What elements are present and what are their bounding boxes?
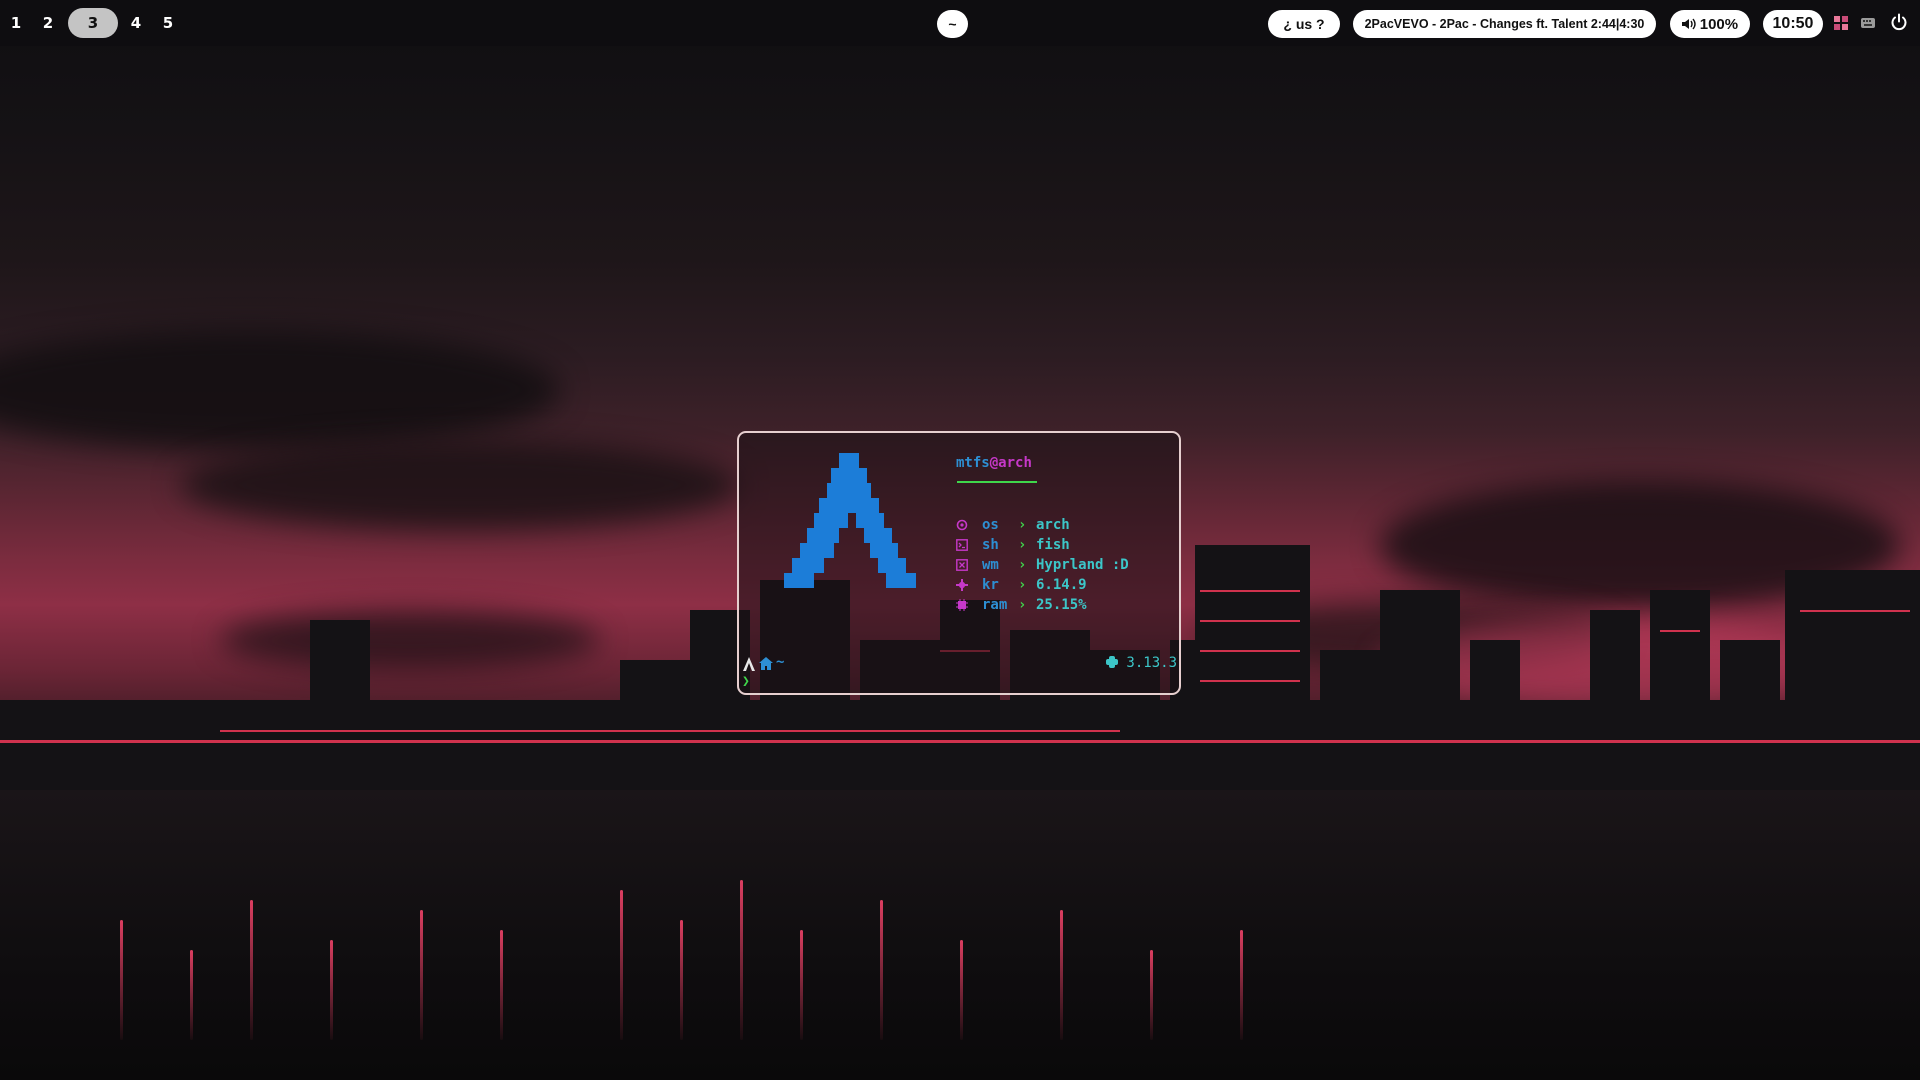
keyboard-icon[interactable]	[1860, 15, 1876, 31]
speaker-icon	[1681, 18, 1696, 30]
info-key: ram	[982, 597, 1008, 613]
workspace-3[interactable]: 3	[68, 8, 118, 38]
info-value: 25.15%	[1036, 597, 1087, 613]
workspace-2[interactable]: 2	[40, 8, 56, 38]
workspace-4[interactable]: 4	[128, 8, 144, 38]
top-bar: 1 2 3 4 5 ~ ¿ us ? 2PacVEVO - 2Pac - Cha…	[0, 0, 1920, 46]
info-key: sh	[982, 537, 999, 553]
arch-prompt-icon	[743, 657, 755, 671]
info-key: kr	[982, 577, 999, 593]
python-version-indicator: 3.13.3	[1105, 655, 1177, 673]
wallpaper-cloud	[180, 440, 740, 530]
chip-icon	[956, 599, 968, 611]
clock[interactable]: 10:50	[1763, 10, 1823, 38]
hostname: arch	[998, 455, 1032, 471]
info-value: arch	[1036, 517, 1070, 533]
python-icon	[1105, 656, 1118, 668]
info-arrow: ›	[1018, 577, 1027, 593]
keyboard-layout-indicator[interactable]: ¿ us ?	[1268, 10, 1340, 38]
power-icon[interactable]	[1890, 13, 1908, 31]
arch-logo-icon	[784, 453, 916, 588]
prompt-directory: ~	[776, 654, 785, 670]
workspace-5[interactable]: 5	[160, 8, 176, 38]
user-host-line: mtfs@arch	[956, 455, 1032, 471]
home-icon	[759, 657, 773, 670]
media-player-widget[interactable]: 2PacVEVO - 2Pac - Changes ft. Talent 2:4…	[1353, 10, 1656, 38]
pinwheel-icon[interactable]	[1833, 15, 1849, 31]
at-symbol: @	[989, 455, 999, 471]
terminal-window[interactable]: mtfs@arch os › arch sh › fish wm › Hyprl…	[737, 431, 1181, 695]
info-arrow: ›	[1018, 517, 1027, 533]
username: mtfs	[956, 455, 990, 471]
window-icon	[956, 559, 968, 571]
prompt-symbol: ❯	[742, 674, 750, 689]
info-arrow: ›	[1018, 597, 1027, 613]
info-key: os	[982, 517, 999, 533]
workspace-1[interactable]: 1	[8, 8, 24, 38]
prompt-cursor-line[interactable]: ❯	[742, 673, 750, 689]
volume-widget[interactable]: 100%	[1670, 10, 1750, 38]
gear-icon	[956, 579, 968, 591]
info-arrow: ›	[1018, 537, 1027, 553]
info-value: fish	[1036, 537, 1070, 553]
volume-level: 100%	[1699, 16, 1739, 33]
python-version: 3.13.3	[1126, 655, 1177, 671]
home-launcher-button[interactable]: ~	[937, 10, 968, 38]
info-value: Hyprland :D	[1036, 557, 1129, 573]
info-arrow: ›	[1018, 557, 1027, 573]
settings-icon	[956, 519, 968, 531]
info-key: wm	[982, 557, 999, 573]
wallpaper-cloud	[0, 330, 560, 450]
user-host-underline	[957, 481, 1037, 483]
terminal-icon	[956, 539, 968, 551]
river-water	[0, 790, 1920, 1080]
info-value: 6.14.9	[1036, 577, 1087, 593]
